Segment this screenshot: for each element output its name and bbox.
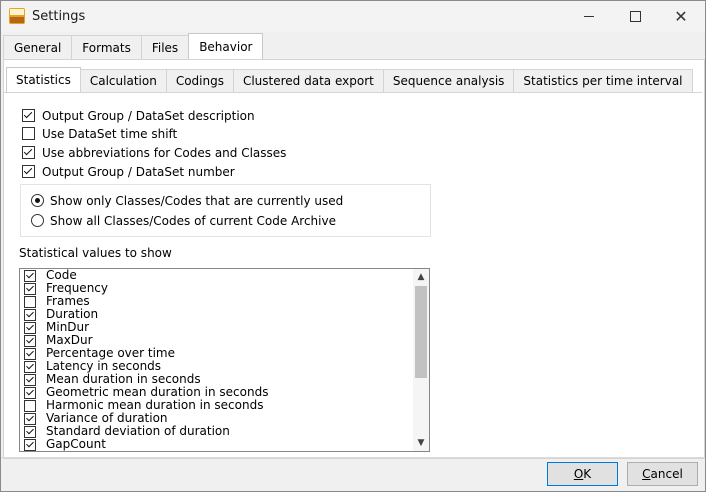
list-scrollbar[interactable]: ▲ ▼: [413, 269, 429, 451]
cancel-access-key: C: [642, 467, 651, 481]
list-item-checkbox[interactable]: [24, 386, 36, 399]
list-item[interactable]: GapCount: [24, 438, 268, 451]
tab-formats[interactable]: Formats: [71, 35, 142, 59]
footer-divider: [1, 457, 705, 458]
time-shift-checkbox[interactable]: [22, 127, 35, 140]
radio-show-all-codes[interactable]: Show all Classes/Codes of current Code A…: [31, 212, 336, 229]
list-item-checkbox[interactable]: [24, 295, 36, 308]
radio-button[interactable]: [31, 194, 44, 207]
option-label: Output Group / DataSet number: [42, 164, 235, 179]
abbreviations-checkbox[interactable]: [22, 146, 35, 159]
app-icon: [9, 8, 25, 24]
cancel-button[interactable]: Cancel: [627, 462, 698, 486]
option-use-dataset-time-shift[interactable]: Use DataSet time shift: [22, 125, 177, 142]
scroll-down-icon[interactable]: ▼: [413, 435, 429, 451]
subtab-codings[interactable]: Codings: [165, 69, 234, 92]
option-label: Output Group / DataSet description: [42, 108, 255, 123]
option-label: Use abbreviations for Codes and Classes: [42, 145, 287, 160]
statistical-values-items: Code Frequency Frames Duration MinDur MaxDur P…: [24, 269, 268, 451]
ok-access-key: O: [573, 467, 584, 481]
radio-label: Show all Classes/Codes of current Code A…: [50, 213, 336, 228]
list-item-checkbox[interactable]: [24, 425, 36, 438]
close-icon: ✕: [674, 6, 688, 26]
ok-button[interactable]: OK: [547, 462, 618, 486]
radio-button[interactable]: [31, 214, 44, 227]
option-use-abbreviations[interactable]: Use abbreviations for Codes and Classes: [22, 144, 286, 161]
minimize-button[interactable]: [566, 1, 612, 32]
list-item-checkbox[interactable]: [24, 399, 36, 412]
output-description-checkbox[interactable]: [22, 109, 35, 122]
statistical-values-list[interactable]: Code Frequency Frames Duration MinDur MaxDur P…: [19, 268, 430, 452]
statistical-values-label: Statistical values to show: [19, 246, 172, 260]
settings-window: Settings ✕ General Formats Files Behavio…: [0, 0, 706, 492]
subtab-statistics[interactable]: Statistics: [6, 67, 81, 92]
cancel-label-rest: ancel: [650, 467, 683, 481]
list-item-checkbox[interactable]: [24, 308, 36, 321]
list-item-checkbox[interactable]: [24, 412, 36, 425]
option-label: Use DataSet time shift: [42, 126, 178, 141]
scroll-thumb[interactable]: [415, 286, 427, 378]
subtab-sequence-analysis[interactable]: Sequence analysis: [382, 69, 515, 92]
list-item-checkbox[interactable]: [24, 360, 36, 373]
code-display-radio-group: Show only Classes/Codes that are current…: [20, 184, 431, 237]
ok-label-rest: K: [583, 467, 592, 481]
list-item-checkbox[interactable]: [24, 321, 36, 334]
output-number-checkbox[interactable]: [22, 165, 35, 178]
window-title: Settings: [32, 9, 86, 24]
option-output-group-number[interactable]: Output Group / DataSet number: [22, 163, 235, 180]
behavior-subtabs: Statistics Calculation Codings Clustered…: [6, 67, 693, 92]
subtab-statistics-per-time-interval[interactable]: Statistics per time interval: [513, 69, 693, 92]
maximize-button[interactable]: [612, 1, 658, 32]
scroll-up-icon[interactable]: ▲: [413, 269, 429, 285]
subtab-divider: [4, 92, 702, 93]
close-button[interactable]: ✕: [658, 1, 704, 32]
maximize-icon: [629, 11, 641, 22]
list-item-label: GapCount: [46, 437, 106, 451]
list-item-checkbox[interactable]: [24, 282, 36, 295]
main-tabs: General Formats Files Behavior: [3, 33, 264, 59]
tab-general[interactable]: General: [3, 35, 73, 59]
minimize-icon: [584, 16, 594, 17]
tab-files[interactable]: Files: [140, 35, 190, 59]
behavior-panel: Statistics Calculation Codings Clustered…: [3, 59, 705, 459]
list-item-checkbox[interactable]: [24, 347, 36, 360]
subtab-clustered-data-export[interactable]: Clustered data export: [232, 69, 384, 92]
title-bar: Settings ✕: [1, 1, 705, 32]
radio-label: Show only Classes/Codes that are current…: [50, 193, 344, 208]
list-item-checkbox[interactable]: [24, 269, 36, 282]
list-item-checkbox[interactable]: [24, 373, 36, 386]
list-item-checkbox[interactable]: [24, 334, 36, 347]
radio-show-used-codes[interactable]: Show only Classes/Codes that are current…: [31, 192, 343, 209]
list-item-checkbox[interactable]: [24, 438, 36, 451]
subtab-calculation[interactable]: Calculation: [79, 69, 167, 92]
tab-behavior[interactable]: Behavior: [188, 33, 264, 59]
option-output-group-description[interactable]: Output Group / DataSet description: [22, 107, 255, 124]
